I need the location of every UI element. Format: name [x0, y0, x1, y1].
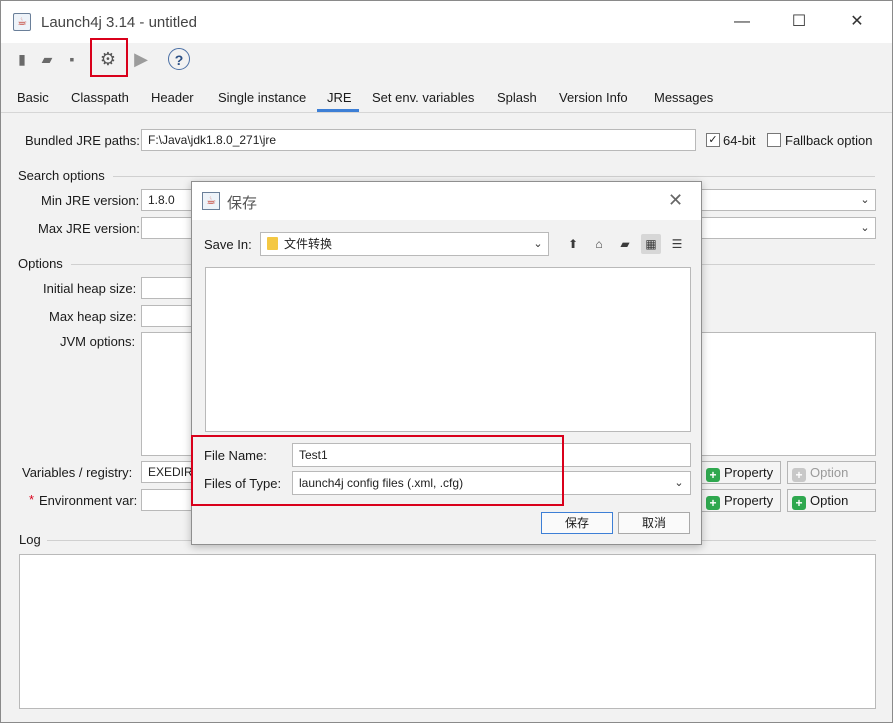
- cancel-button[interactable]: 取消: [618, 512, 690, 534]
- save-in-combo[interactable]: 文件转换: [260, 232, 549, 256]
- plus-icon: +: [706, 468, 720, 482]
- add-property-button[interactable]: + Property: [701, 461, 781, 484]
- 64bit-label: 64-bit: [723, 133, 756, 148]
- list-view-icon[interactable]: ▦: [641, 234, 661, 254]
- environment-var-label: Environment var:: [39, 493, 138, 508]
- tab-classpath[interactable]: Classpath: [71, 90, 129, 105]
- log-heading: Log: [19, 532, 41, 547]
- fallback-label: Fallback option: [785, 133, 873, 148]
- 64bit-checkbox[interactable]: ✓: [706, 133, 720, 147]
- chevron-down-icon[interactable]: ⌄: [671, 473, 687, 493]
- bundled-jre-input[interactable]: F:\Java\jdk1.8.0_271\jre: [141, 129, 696, 151]
- dialog-title-bar: ☕ 保存 ✕: [192, 182, 701, 220]
- options-heading: Options: [18, 256, 63, 271]
- max-heap-label: Max heap size:: [49, 309, 137, 324]
- filename-highlight-box: [191, 435, 564, 506]
- required-star: *: [29, 492, 35, 507]
- max-jre-label: Max JRE version:: [38, 221, 140, 236]
- jvm-options-textarea-right[interactable]: [701, 332, 876, 456]
- save-in-value: 文件转换: [284, 237, 333, 251]
- close-button[interactable]: ✕: [842, 9, 872, 35]
- add-option-button[interactable]: + Option: [787, 489, 876, 512]
- gear-highlight-box: [90, 38, 128, 77]
- tab-single-instance[interactable]: Single instance: [218, 90, 306, 105]
- tab-messages[interactable]: Messages: [654, 90, 713, 105]
- plus-icon: +: [706, 496, 720, 510]
- initial-heap-label: Initial heap size:: [43, 281, 137, 296]
- min-jre-label: Min JRE version:: [41, 193, 140, 208]
- folder-icon: [267, 237, 278, 250]
- new-folder-icon[interactable]: ▰: [615, 234, 635, 254]
- chevron-down-icon[interactable]: ⌄: [530, 234, 546, 254]
- add-option-button-disabled[interactable]: + Option: [787, 461, 876, 484]
- bundled-jre-label: Bundled JRE paths:: [25, 133, 140, 148]
- title-bar: ☕ Launch4j 3.14 - untitled — ☐ ✕: [1, 1, 892, 43]
- java-app-icon: ☕: [202, 192, 220, 210]
- launch4j-window: ☕ Launch4j 3.14 - untitled — ☐ ✕ ▮ ▰ ▪ ⚙…: [0, 0, 893, 723]
- tab-splash[interactable]: Splash: [497, 90, 537, 105]
- add-property-button[interactable]: + Property: [701, 489, 781, 512]
- close-icon[interactable]: ✕: [668, 190, 683, 211]
- log-textarea[interactable]: [19, 554, 876, 709]
- home-icon[interactable]: ⌂: [589, 234, 609, 254]
- option-label: Option: [810, 493, 849, 508]
- file-list[interactable]: [205, 267, 691, 432]
- save-icon[interactable]: ▪: [61, 48, 83, 70]
- tab-version-info[interactable]: Version Info: [559, 90, 628, 105]
- window-title: Launch4j 3.14 - untitled: [41, 14, 197, 31]
- java-app-icon: ☕: [13, 13, 31, 31]
- minimize-button[interactable]: —: [727, 9, 757, 35]
- maximize-button[interactable]: ☐: [784, 9, 814, 35]
- active-tab-indicator: [317, 109, 359, 112]
- tab-basic[interactable]: Basic: [17, 90, 49, 105]
- tab-bar: Basic Classpath Header Single instance J…: [1, 85, 892, 113]
- toolbar: ▮ ▰ ▪ ⚙ ▶ ?: [1, 43, 892, 79]
- save-in-label: Save In:: [204, 237, 252, 252]
- details-view-icon[interactable]: ☰: [667, 234, 687, 254]
- up-folder-icon[interactable]: ⬆: [563, 234, 583, 254]
- search-options-divider: [113, 176, 875, 177]
- run-icon[interactable]: ▶: [130, 48, 152, 70]
- variables-registry-label: Variables / registry:: [22, 465, 133, 480]
- property-label: Property: [724, 465, 774, 480]
- option-label: Option: [810, 465, 849, 480]
- tab-set-env-variables[interactable]: Set env. variables: [372, 90, 474, 105]
- tab-jre[interactable]: JRE: [327, 90, 352, 105]
- chevron-down-icon[interactable]: ⌄: [857, 218, 873, 238]
- chevron-down-icon[interactable]: ⌄: [857, 190, 873, 210]
- plus-icon: +: [792, 496, 806, 510]
- tab-header[interactable]: Header: [151, 90, 194, 105]
- property-label: Property: [724, 493, 774, 508]
- plus-icon: +: [792, 468, 806, 482]
- jvm-options-label: JVM options:: [60, 334, 136, 349]
- open-icon[interactable]: ▰: [36, 48, 58, 70]
- search-options-heading: Search options: [18, 168, 105, 183]
- help-icon[interactable]: ?: [168, 48, 190, 70]
- fallback-checkbox[interactable]: [767, 133, 781, 147]
- save-button[interactable]: 保存: [541, 512, 613, 534]
- new-icon[interactable]: ▮: [11, 48, 33, 70]
- dialog-title: 保存: [227, 195, 258, 212]
